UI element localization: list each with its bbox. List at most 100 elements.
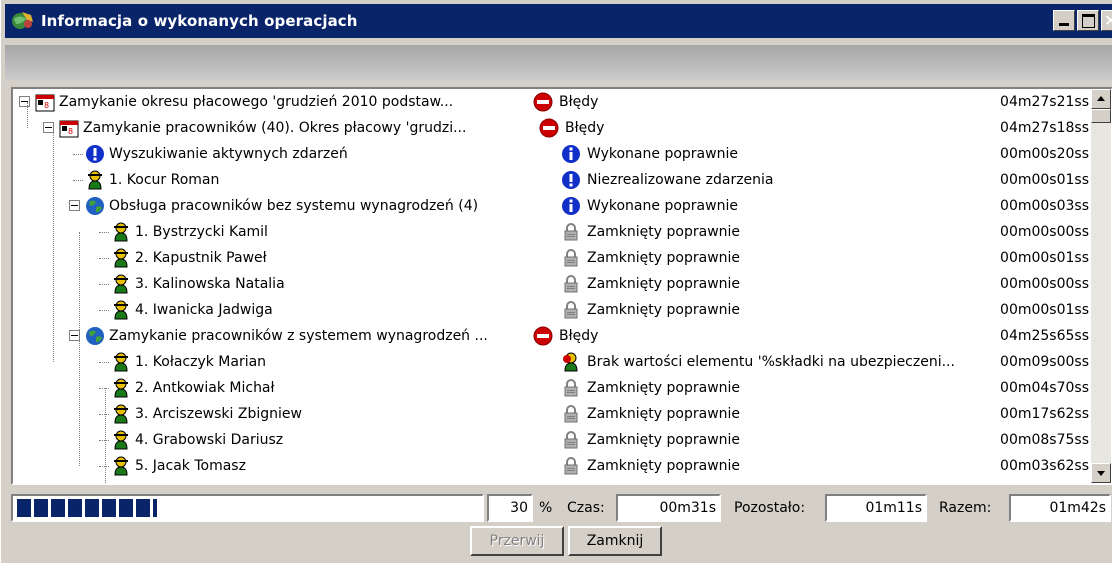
status-text: Zamknięty poprawnie xyxy=(587,302,741,318)
tree-row[interactable]: 8 Zamykanie okresu płacowego 'grudzień 20… xyxy=(13,89,1089,115)
globe-icon xyxy=(85,196,105,216)
remaining-label: Pozostało: xyxy=(734,500,806,516)
duration: 04m27s21ss xyxy=(1000,94,1089,110)
tree-row[interactable]: 4. Iwanicka Jadwiga Zamknięty poprawnie 00… xyxy=(13,297,1089,323)
tree-connector xyxy=(73,154,83,155)
tree-row[interactable]: 1. Kołaczyk Marian Brak wartości elementu… xyxy=(13,349,1089,375)
vertical-scrollbar[interactable] xyxy=(1091,89,1111,483)
duration: 00m17s62ss xyxy=(1000,406,1089,422)
node-label: Obsługa pracowników bez systemu wynagrod… xyxy=(109,198,479,214)
lock-icon xyxy=(561,378,581,398)
person-icon xyxy=(111,274,131,294)
tree-connector xyxy=(99,440,109,441)
exclamation-icon xyxy=(561,170,581,190)
lock-icon xyxy=(561,274,581,294)
node-label: 1. Kocur Roman xyxy=(109,172,220,188)
tree-row[interactable]: 4. Grabowski Dariusz Zamknięty poprawnie 0… xyxy=(13,427,1089,453)
tree-row[interactable]: 2. Kapustnik Paweł Zamknięty poprawnie 00m… xyxy=(13,245,1089,271)
tree-row[interactable]: Obsługa pracowników bez systemu wynagrod… xyxy=(13,193,1089,219)
tree-connector xyxy=(99,362,109,363)
person-icon xyxy=(85,170,105,190)
status-text: Błędy xyxy=(565,120,605,136)
collapse-toggle[interactable] xyxy=(19,96,30,107)
node-label: Zamykanie pracowników z systemem wynagro… xyxy=(109,328,488,344)
percent-sign: % xyxy=(539,500,553,516)
remaining-value: 01m11s xyxy=(865,500,922,516)
title-bar[interactable]: Informacja o wykonanych operacjach ✕ xyxy=(5,4,1112,38)
status-text: Zamknięty poprawnie xyxy=(587,380,741,396)
maximize-button[interactable] xyxy=(1077,10,1099,31)
tree-connector xyxy=(99,258,109,259)
node-label: 1. Bystrzycki Kamil xyxy=(135,224,268,240)
percent-value: 30 xyxy=(510,500,528,516)
tree-row[interactable]: 3. Kalinowska Natalia Zamknięty poprawnie… xyxy=(13,271,1089,297)
tree-row[interactable]: 2. Antkowiak Michał Zamknięty poprawnie 00… xyxy=(13,375,1089,401)
info-icon xyxy=(561,144,581,164)
time-field: 00m31s xyxy=(616,494,721,522)
tree-row[interactable]: 5. Jacak Tomasz Zamknięty poprawnie 00m03s… xyxy=(13,453,1089,479)
collapse-toggle[interactable] xyxy=(69,200,80,211)
close-window-button[interactable]: ✕ xyxy=(1101,10,1112,31)
scroll-up-button[interactable] xyxy=(1091,89,1111,109)
duration: 00m00s20ss xyxy=(1000,146,1089,162)
status-text: Niezrealizowane zdarzenia xyxy=(587,172,774,188)
minimize-button[interactable] xyxy=(1053,10,1075,31)
tree-row[interactable]: Wyszukiwanie aktywnych zdarzeń Wykonane p… xyxy=(13,141,1089,167)
interrupt-label: Przerwij xyxy=(489,533,545,549)
interrupt-button[interactable]: Przerwij xyxy=(470,526,564,556)
time-label: Czas: xyxy=(567,500,605,516)
status-text: Błędy xyxy=(559,94,599,110)
status-text: Zamknięty poprawnie xyxy=(587,250,741,266)
lock-icon xyxy=(561,430,581,450)
node-label: 2. Antkowiak Michał xyxy=(135,380,275,396)
duration: 00m04s70ss xyxy=(1000,380,1089,396)
duration: 00m00s03ss xyxy=(1000,198,1089,214)
operations-info-window: Informacja o wykonanych operacjach ✕ 8 Za… xyxy=(0,0,1112,563)
node-label: 3. Kalinowska Natalia xyxy=(135,276,285,292)
node-label: Wyszukiwanie aktywnych zdarzeń xyxy=(109,146,348,162)
person-icon xyxy=(111,430,131,450)
progress-fill xyxy=(17,499,157,517)
node-label: 4. Iwanicka Jadwiga xyxy=(135,302,273,318)
lock-icon xyxy=(561,456,581,476)
person-icon xyxy=(111,404,131,424)
exclamation-icon xyxy=(85,144,105,164)
node-label: 4. Grabowski Dariusz xyxy=(135,432,284,448)
percent-field: 30 xyxy=(487,494,533,522)
lock-icon xyxy=(561,222,581,242)
status-text: Zamknięty poprawnie xyxy=(587,458,741,474)
status-text: Błędy xyxy=(559,328,599,344)
error-icon xyxy=(533,326,553,346)
tree-row[interactable]: 1. Bystrzycki Kamil Zamknięty poprawnie 00… xyxy=(13,219,1089,245)
scroll-down-button[interactable] xyxy=(1091,463,1111,483)
person-icon xyxy=(111,378,131,398)
close-button[interactable]: Zamknij xyxy=(568,526,662,556)
duration: 00m00s00ss xyxy=(1000,224,1089,240)
info-icon xyxy=(561,196,581,216)
tree-connector xyxy=(99,284,109,285)
duration: 00m09s00ss xyxy=(1000,354,1089,370)
status-panel: 30 % Czas: 00m31s Pozostało: 01m11s Raze… xyxy=(1,486,1112,563)
tree-row[interactable]: 8 Zamykanie pracowników (40). Okres płaco… xyxy=(13,115,1089,141)
person-warning-icon xyxy=(561,352,581,372)
tree-row[interactable]: Zamykanie pracowników z systemem wynagro… xyxy=(13,323,1089,349)
window-title: Informacja o wykonanych operacjach xyxy=(41,12,358,30)
status-text: Wykonane poprawnie xyxy=(587,198,738,214)
duration: 00m00s00ss xyxy=(1000,276,1089,292)
total-field: 01m42s xyxy=(1009,494,1111,522)
scroll-thumb[interactable] xyxy=(1091,109,1111,123)
total-value: 01m42s xyxy=(1049,500,1106,516)
status-text: Brak wartości elementu '%składki na ubez… xyxy=(587,354,955,370)
operations-tree[interactable]: 8 Zamykanie okresu płacowego 'grudzień 20… xyxy=(11,87,1112,485)
node-label: Zamykanie okresu płacowego 'grudzień 201… xyxy=(59,94,454,110)
svg-text:8: 8 xyxy=(44,101,49,110)
tree-connector xyxy=(99,466,109,467)
status-text: Zamknięty poprawnie xyxy=(587,224,741,240)
tree-row[interactable]: 1. Kocur Roman Niezrealizowane zdarzenia 0… xyxy=(13,167,1089,193)
progress-bar xyxy=(11,494,484,522)
tree-row[interactable]: 3. Arciszewski Zbigniew Zamknięty poprawn… xyxy=(13,401,1089,427)
duration: 00m00s01ss xyxy=(1000,172,1089,188)
person-icon xyxy=(111,352,131,372)
duration: 00m00s01ss xyxy=(1000,302,1089,318)
tree-connector xyxy=(99,388,109,389)
